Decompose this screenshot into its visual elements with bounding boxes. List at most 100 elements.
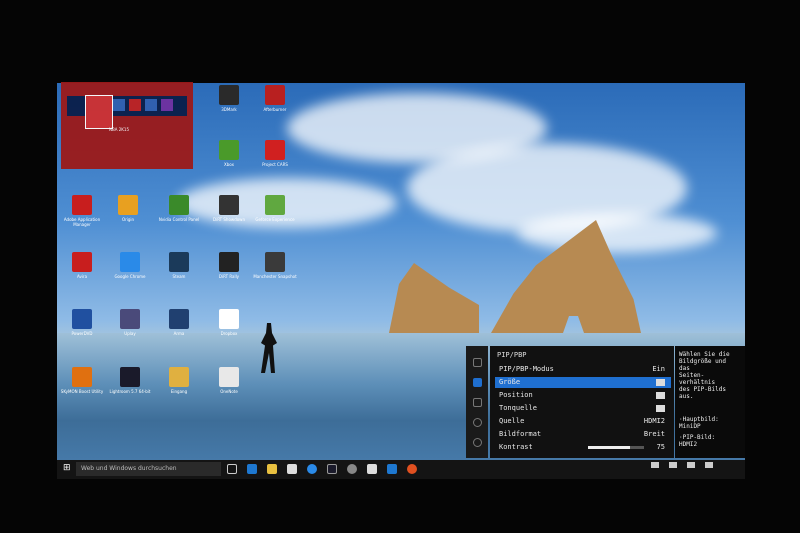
help-text: verhältnis: [679, 379, 716, 386]
app-icon[interactable]: [347, 464, 357, 474]
button-guide-icon: [669, 462, 677, 468]
desktop-icon-label: Dropbox: [220, 331, 238, 336]
pip-game-title: NBA 2K15: [109, 127, 130, 132]
gear-icon[interactable]: [473, 418, 482, 427]
osd-row-label: Bildformat: [499, 430, 542, 438]
desktop-icon[interactable]: [72, 367, 92, 387]
osd-row-value: HDMI2: [643, 417, 665, 425]
osd-row-position[interactable]: Position: [495, 390, 671, 401]
desktop-icon[interactable]: [169, 309, 189, 329]
desktop-icon[interactable]: [219, 367, 239, 387]
desktop-icon-label: 3DMark: [221, 107, 237, 112]
desktop-icon-label: SKyMON Boost Utility: [60, 389, 104, 394]
osd-row-size[interactable]: Größe: [495, 377, 671, 388]
desktop-icon[interactable]: [219, 252, 239, 272]
pip-game-tile: [85, 95, 113, 129]
help-text: aus.: [679, 393, 694, 400]
desktop-icon[interactable]: [169, 195, 189, 215]
desktop-icon[interactable]: [219, 309, 239, 329]
desktop-icon[interactable]: [120, 367, 140, 387]
osd-row-aspect[interactable]: Bildformat Breit: [495, 429, 671, 440]
desktop-icon[interactable]: [219, 195, 239, 215]
desktop-icon[interactable]: [169, 252, 189, 272]
help-main-source-label: ·Hauptbild:: [679, 416, 719, 423]
pip-tile: [145, 99, 157, 111]
desktop-icon-label: Steam: [172, 274, 186, 279]
help-text: Seiten-: [679, 372, 705, 379]
desktop-icon[interactable]: [120, 309, 140, 329]
desktop-icon-label: Eingang: [170, 389, 188, 394]
button-guide-icon: [651, 462, 659, 468]
help-text: des PIP-Bilds: [679, 386, 726, 393]
lightroom-icon[interactable]: [327, 464, 337, 474]
info-icon[interactable]: [473, 438, 482, 447]
desktop-icon-label: Avira: [76, 274, 88, 279]
desktop-icon-label: DiRT Rally: [218, 274, 240, 279]
desktop-icon[interactable]: [72, 309, 92, 329]
osd-row-contrast[interactable]: Kontrast 75: [495, 442, 671, 453]
osd-row-value: Breit: [643, 430, 665, 438]
desktop-icon[interactable]: [265, 140, 285, 160]
windows-start-icon[interactable]: ⊞: [63, 464, 72, 473]
desktop-icon[interactable]: [265, 195, 285, 215]
desktop-icon-label: DiRT Showdown: [213, 217, 245, 222]
app-icon[interactable]: [367, 464, 377, 474]
osd-row-label: Tonquelle: [499, 404, 537, 412]
osd-row-label: Größe: [499, 378, 521, 386]
contrast-slider[interactable]: [588, 446, 644, 449]
position-glyph-icon: [656, 392, 665, 399]
osd-row-source[interactable]: Quelle HDMI2: [495, 416, 671, 427]
desktop-icon[interactable]: [265, 85, 285, 105]
desktop-icon[interactable]: [219, 140, 239, 160]
size-glyph-icon: [656, 379, 665, 386]
desktop-icon[interactable]: [120, 252, 140, 272]
pip-window[interactable]: NBA 2K15: [61, 82, 193, 169]
desktop-icon-label: Google Chrome: [114, 274, 146, 279]
chrome-icon[interactable]: [307, 464, 317, 474]
pip-tile: [129, 99, 141, 111]
sound-source-glyph-icon: [656, 405, 665, 412]
edge-icon[interactable]: [247, 464, 257, 474]
picture-icon[interactable]: [473, 358, 482, 367]
osd-row-value: Ein: [652, 365, 665, 373]
desktop-icon-label: Project CARS: [262, 162, 288, 167]
desktop-icon-label: Origin: [121, 217, 135, 222]
osd-title: PIP/PBP: [497, 351, 527, 359]
button-guide-icon: [705, 462, 713, 468]
store-icon[interactable]: [287, 464, 297, 474]
help-text: Bildgröße und: [679, 358, 726, 365]
pip-tile: [161, 99, 173, 111]
desktop-icon-label: Xbox: [224, 162, 234, 167]
desktop-icon-label: Adobe Application Manager: [63, 217, 101, 227]
desktop-icon[interactable]: [72, 195, 92, 215]
osd-row-label: Quelle: [499, 417, 525, 425]
desktop-icon[interactable]: [219, 85, 239, 105]
cloud: [517, 213, 717, 253]
help-text: Wählen Sie die: [679, 351, 730, 358]
taskbar-search-box[interactable]: Web und Windows durchsuchen: [76, 462, 221, 476]
desktop-icon[interactable]: [265, 252, 285, 272]
desktop-icon-label: Uplay: [124, 331, 136, 336]
firefox-icon[interactable]: [407, 464, 417, 474]
pip-tile: [113, 99, 125, 111]
osd-help-panel: Wählen Sie die Bildgröße und das Seiten-…: [675, 346, 745, 458]
app-icon[interactable]: [387, 464, 397, 474]
explorer-icon[interactable]: [267, 464, 277, 474]
desktop-icon[interactable]: [118, 195, 138, 215]
desktop-icon-label: Lightroom 5.7 64-bit: [109, 389, 151, 394]
desktop-icon[interactable]: [169, 367, 189, 387]
desktop-icon-label: Nvidia Control Panel: [158, 217, 200, 222]
osd-category-bar: [466, 346, 488, 458]
osd-row-sound-source[interactable]: Tonquelle: [495, 403, 671, 414]
sea-stack-small: [389, 263, 479, 333]
task-view-icon[interactable]: [227, 464, 237, 474]
move-icon[interactable]: [473, 398, 482, 407]
desktop-icon[interactable]: [72, 252, 92, 272]
taskbar: ⊞ Web und Windows durchsuchen: [57, 460, 745, 479]
desktop-icon-label: PowerDVD: [71, 331, 93, 336]
osd-row-pip-mode[interactable]: PIP/PBP-Modus Ein: [495, 364, 671, 375]
pip-icon[interactable]: [473, 378, 482, 387]
contrast-slider-fill: [588, 446, 630, 449]
help-main-source-value: MiniDP: [679, 423, 701, 430]
osd-row-label: Position: [499, 391, 533, 399]
